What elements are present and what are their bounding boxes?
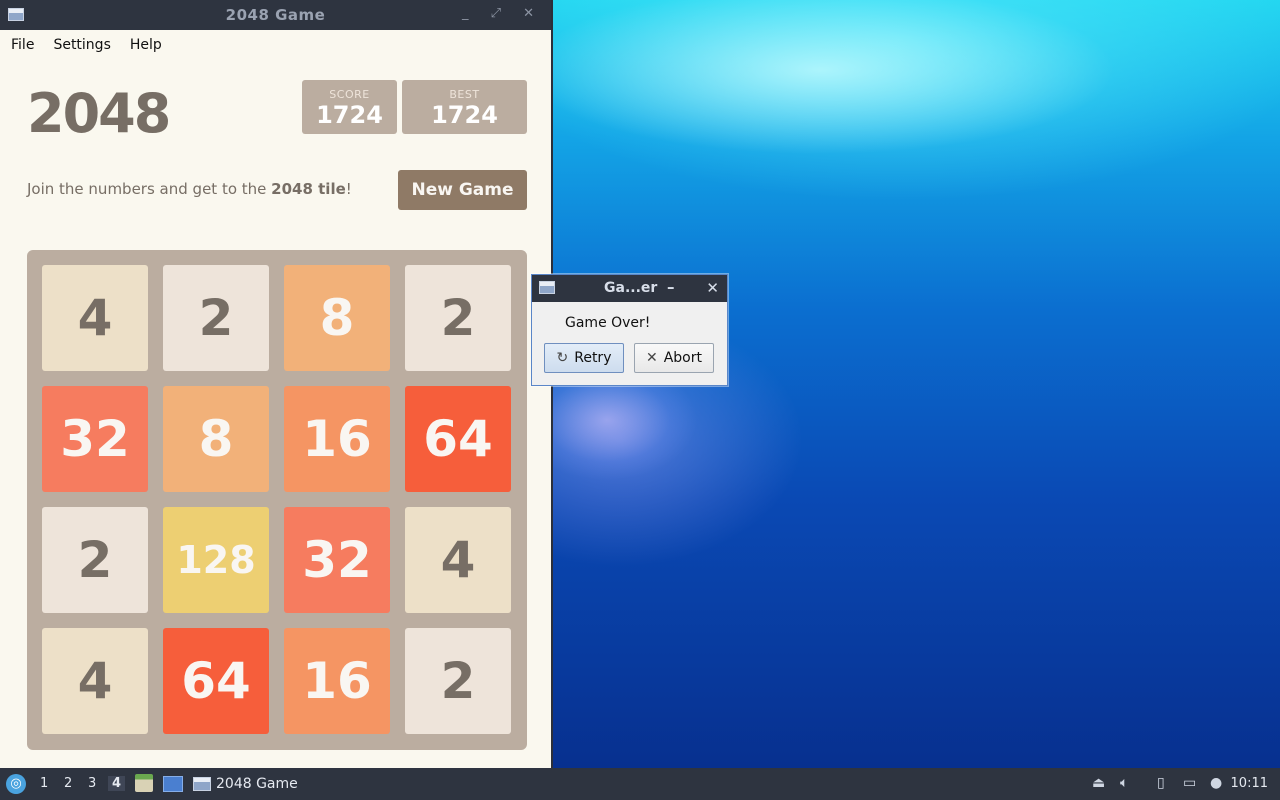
dialog-titlebar[interactable]: Ga...er – ✕ — [532, 275, 727, 302]
file-manager-icon[interactable] — [135, 774, 153, 792]
refresh-icon: ↻ — [556, 350, 569, 366]
workspace-4[interactable]: 4 — [108, 776, 126, 791]
network-icon[interactable]: ▭ — [1183, 775, 1196, 791]
window-titlebar[interactable]: 2048 Game _ ⤢ ✕ — [0, 0, 551, 30]
tile-2-0: 2 — [42, 507, 148, 613]
tile-3-3: 2 — [405, 628, 511, 734]
dialog-app-icon — [539, 281, 555, 294]
retry-label: Retry — [574, 350, 612, 366]
tile-1-2: 16 — [284, 386, 390, 492]
tile-1-0: 32 — [42, 386, 148, 492]
dialog-title: Ga...er — [604, 280, 658, 296]
tile-3-2: 16 — [284, 628, 390, 734]
workspace-1[interactable]: 1 — [40, 776, 48, 791]
show-desktop-icon[interactable] — [163, 776, 183, 792]
taskbar-item-2048-game[interactable]: 2048 Game — [193, 768, 298, 800]
tile-3-0: 4 — [42, 628, 148, 734]
dialog-close-button[interactable]: ✕ — [706, 279, 719, 297]
abort-label: Abort — [663, 350, 702, 366]
workspace-3[interactable]: 3 — [88, 776, 96, 791]
retry-button[interactable]: ↻ Retry — [544, 343, 624, 373]
game-over-dialog: Ga...er – ✕ Game Over! ↻ Retry ✕ Abort — [531, 274, 728, 386]
game-title: 2048 — [27, 82, 171, 145]
menubar: File Settings Help — [0, 30, 551, 60]
tile-2-2: 32 — [284, 507, 390, 613]
jellyfish-wallpaper-detail — [552, 380, 722, 500]
tile-0-1: 2 — [163, 265, 269, 371]
dialog-minimize-button[interactable]: – — [667, 278, 675, 296]
tile-2-3: 4 — [405, 507, 511, 613]
best-label: BEST — [449, 88, 480, 101]
close-icon: ✕ — [645, 350, 658, 366]
eject-icon[interactable]: ⏏ — [1092, 775, 1105, 791]
best-value: 1724 — [431, 101, 498, 129]
clock: 10:11 — [1230, 776, 1268, 791]
tile-0-3: 2 — [405, 265, 511, 371]
task-label: 2048 Game — [216, 776, 298, 792]
menu-settings[interactable]: Settings — [53, 37, 110, 53]
game-board[interactable]: 4 2 8 2 32 8 16 64 2 128 32 4 4 64 16 2 — [27, 250, 527, 750]
intro-suffix: ! — [345, 180, 352, 198]
new-game-button[interactable]: New Game — [398, 170, 527, 210]
intro-bold: 2048 tile — [271, 180, 346, 198]
game-window: 2048 Game _ ⤢ ✕ File Settings Help 2048 … — [0, 0, 553, 768]
tile-1-3: 64 — [405, 386, 511, 492]
intro-prefix: Join the numbers and get to the — [27, 180, 272, 198]
tile-0-2: 8 — [284, 265, 390, 371]
menu-file[interactable]: File — [11, 37, 34, 53]
taskbar: ◎ 1 2 3 4 2048 Game ⏏ 🔈︎ ▯ ▭ ● 10:11 — [0, 768, 1280, 800]
start-menu-icon[interactable]: ◎ — [6, 774, 26, 794]
best-box: BEST 1724 — [402, 80, 527, 134]
score-label: SCORE — [329, 88, 370, 101]
clipboard-icon[interactable]: ▯ — [1157, 775, 1165, 791]
intro-text: Join the numbers and get to the 2048 til… — [27, 180, 352, 198]
tile-3-1: 64 — [163, 628, 269, 734]
tile-1-1: 8 — [163, 386, 269, 492]
notification-icon[interactable]: ● — [1210, 775, 1222, 791]
volume-icon[interactable]: 🔈︎ — [1120, 775, 1128, 791]
menu-help[interactable]: Help — [130, 37, 162, 53]
score-value: 1724 — [316, 101, 383, 129]
tile-2-1: 128 — [163, 507, 269, 613]
tile-0-0: 4 — [42, 265, 148, 371]
task-window-icon — [193, 777, 211, 791]
abort-button[interactable]: ✕ Abort — [634, 343, 714, 373]
window-controls[interactable]: _ ⤢ ✕ — [462, 6, 543, 21]
score-box: SCORE 1724 — [302, 80, 397, 134]
workspace-2[interactable]: 2 — [64, 776, 72, 791]
dialog-message: Game Over! — [565, 315, 651, 331]
